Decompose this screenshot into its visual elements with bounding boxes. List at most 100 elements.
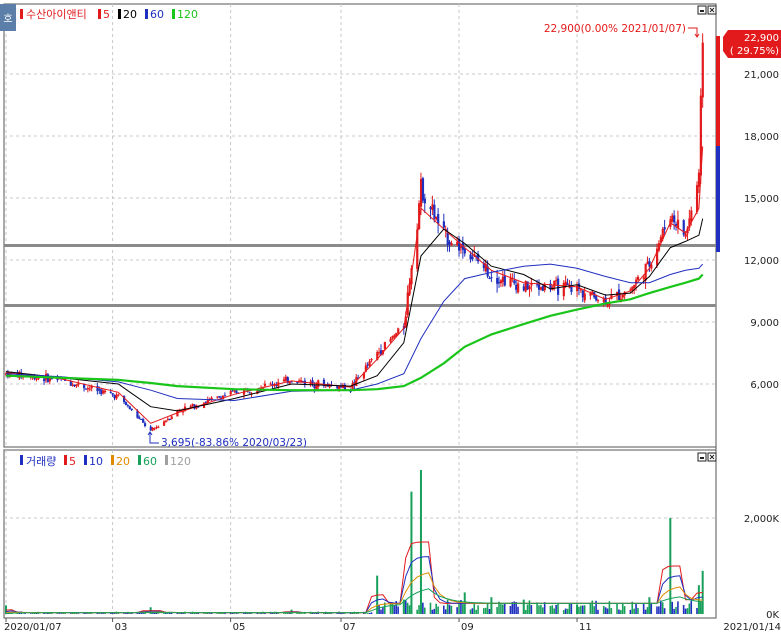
candle-body [100, 389, 103, 395]
volume-bar [580, 605, 582, 614]
volume-bar [502, 604, 504, 614]
candle-body [168, 419, 171, 421]
volume-bar [71, 612, 74, 614]
volume-bar [235, 613, 238, 614]
volume-legend-chip [20, 455, 23, 465]
volume-bar [597, 609, 599, 614]
candle-body [282, 379, 286, 382]
low-price-annotation: 3,695(-83.86% 2020/03/23) [161, 437, 307, 449]
volume-bar [524, 609, 527, 614]
volume-bar [123, 613, 125, 614]
candle-body [528, 286, 531, 290]
volume-bar [378, 605, 380, 614]
candle-body [296, 382, 299, 384]
volume-axis-labels: 2,000K 0K [744, 514, 780, 621]
date-tick-label: 05 [233, 622, 246, 633]
volume-bar [593, 606, 595, 614]
legend-swatch [111, 455, 114, 465]
volume-bar [690, 600, 693, 614]
candle-body [189, 405, 192, 408]
candle-body [166, 418, 169, 420]
candle-body [115, 394, 118, 399]
candle-body [300, 380, 303, 382]
volume-bar [450, 605, 453, 614]
volume-bar [581, 605, 584, 614]
volume-bar [203, 613, 205, 614]
price-tick-label: 15,000 [744, 194, 779, 205]
candle-body [621, 294, 624, 298]
candle-body [157, 426, 160, 428]
volume-bar [553, 608, 556, 614]
volume-bar [604, 607, 607, 614]
candle-body [636, 276, 640, 280]
candle-body [423, 198, 426, 204]
volume-bar [477, 605, 479, 614]
volume-bar [589, 602, 592, 614]
volume-bar [623, 606, 626, 614]
candle-body [419, 178, 423, 207]
volume-bar [488, 608, 491, 614]
legend-swatch [64, 455, 67, 465]
volume-bar [58, 613, 61, 614]
volume-bar [555, 604, 557, 614]
candle-body [288, 382, 291, 384]
volume-bar [397, 606, 399, 614]
candle-body [102, 390, 105, 394]
date-tick-label: 03 [115, 622, 128, 633]
candle-body [581, 290, 584, 298]
candle-body [539, 287, 543, 290]
range-bar-red [716, 36, 720, 146]
candle-body [496, 277, 499, 284]
volume-bar [526, 604, 529, 614]
volume-tick-label: 2,000K [744, 514, 780, 525]
candle-body [290, 381, 293, 383]
volume-bar-peak [490, 597, 493, 614]
volume-bar [83, 613, 85, 614]
volume-bar [688, 603, 691, 614]
candle-body [216, 396, 219, 398]
candle-body [701, 42, 704, 98]
legend-swatch [172, 9, 175, 19]
volume-bar [663, 608, 666, 614]
volume-bar [446, 599, 449, 614]
volume-bar-peak [522, 599, 525, 614]
candle-body [431, 204, 434, 211]
volume-bar [380, 609, 382, 614]
volume-bar [69, 613, 72, 614]
volume-bar [658, 606, 660, 614]
volume-bar [443, 605, 445, 614]
candle-body [503, 275, 506, 286]
volume-bar [60, 613, 63, 614]
toggle-badge-label: 호 [3, 13, 12, 25]
volume-bar [543, 602, 546, 614]
volume-bar [536, 602, 538, 614]
volume-bar-peak [576, 604, 579, 614]
candle-body [231, 390, 234, 392]
volume-bar [696, 607, 698, 614]
volume-bar [682, 605, 685, 614]
candle-body [88, 388, 91, 390]
volume-bar [620, 610, 622, 614]
volume-bar [302, 613, 304, 614]
candle-body [675, 223, 678, 226]
candle-body [437, 214, 440, 224]
candle-body [446, 232, 449, 246]
candle-body [162, 421, 166, 426]
candle-body [642, 277, 645, 280]
volume-bar [433, 608, 436, 614]
candle-body [646, 261, 649, 265]
date-tick-label: 11 [579, 622, 592, 633]
volume-bar [277, 612, 279, 614]
volume-bar [64, 613, 66, 614]
volume-bar [29, 613, 32, 614]
volume-bar [157, 613, 160, 614]
date-axis-labels: 2020/01/07 03 05 07 09 11 2021/01/14 [4, 618, 781, 633]
candle-body [555, 280, 558, 282]
candle-body [490, 277, 493, 279]
legend-label: 120 [177, 8, 198, 21]
candle-body [471, 256, 474, 260]
volume-bar [635, 603, 637, 614]
candle-body [235, 390, 238, 393]
candle-body [86, 388, 90, 390]
volume-bar [355, 613, 358, 614]
